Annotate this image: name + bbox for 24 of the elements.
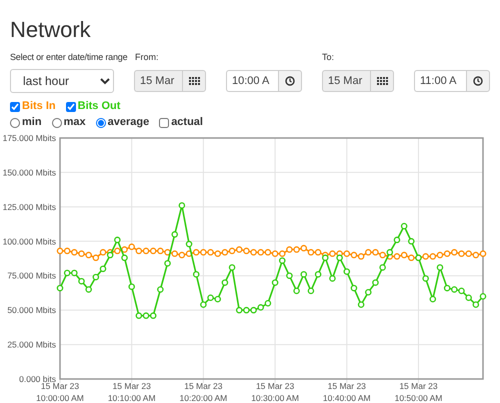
- x-axis-label: 15 Mar 23 10:50:00 AM: [394, 381, 442, 403]
- page-title: Network: [9, 16, 92, 42]
- x-axis-label: 15 Mar 23 10:30:00 AM: [251, 381, 299, 403]
- to-label: To:: [322, 52, 334, 63]
- y-axis-label: 100.000 Mbits: [2, 236, 56, 246]
- range-label: Select or enter date/time range: [10, 52, 128, 63]
- y-axis-label: 0.000 bits: [19, 374, 56, 384]
- from-label: From:: [135, 52, 160, 63]
- series-label: Bits Out: [78, 100, 120, 113]
- x-axis-label: 15 Mar 23 10:00:00 AM: [36, 381, 84, 403]
- series-label: Bits In: [22, 100, 56, 113]
- mode-label: min: [22, 116, 42, 129]
- mode-label: average: [108, 116, 150, 129]
- y-axis-label: 125.000 Mbits: [2, 202, 56, 212]
- x-axis-label: 15 Mar 23 10:20:00 AM: [180, 381, 228, 403]
- x-axis-label: 15 Mar 23 10:10:00 AM: [108, 381, 156, 403]
- y-axis-label: 175.000 Mbits: [2, 133, 56, 143]
- y-axis-label: 25.000 Mbits: [7, 340, 56, 350]
- mode-label: actual: [171, 116, 203, 129]
- y-axis-label: 75.000 Mbits: [7, 270, 56, 281]
- y-axis-label: 50.000 Mbits: [7, 305, 56, 316]
- y-axis-label: 150.000 Mbits: [2, 167, 56, 178]
- x-axis-label: 15 Mar 23 10:40:00 AM: [322, 381, 371, 403]
- mode-label: max: [64, 116, 86, 129]
